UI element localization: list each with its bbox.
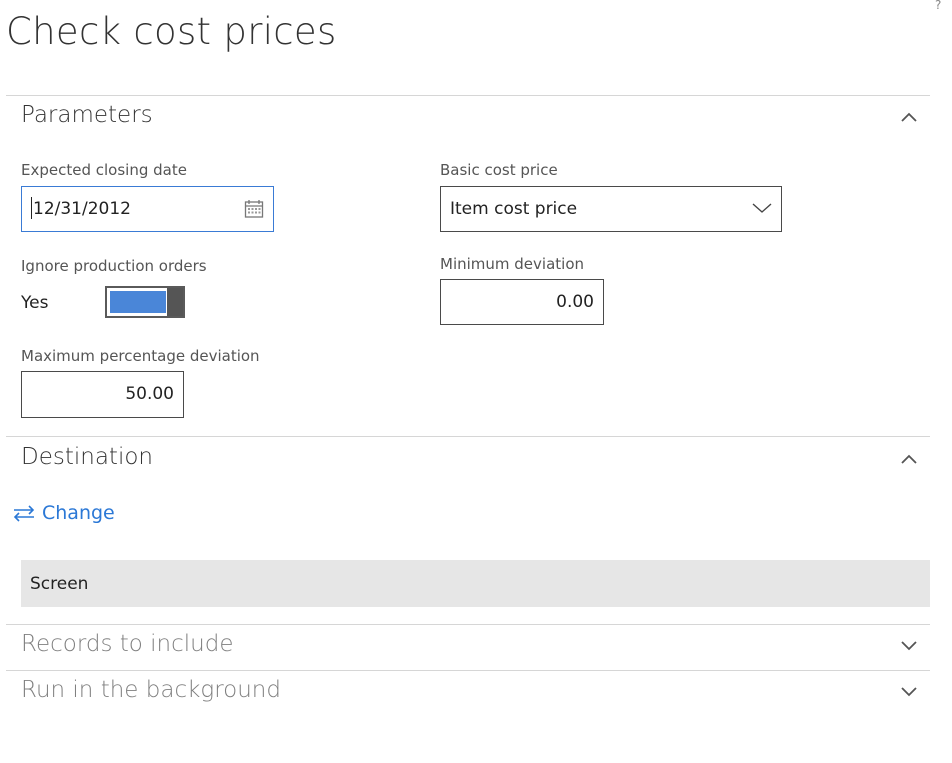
basic-cost-price-value: Item cost price <box>450 199 578 219</box>
section-header-records-to-include[interactable]: Records to include <box>21 631 234 657</box>
toggle-fill <box>110 291 166 313</box>
change-destination-link[interactable]: Change <box>12 502 115 524</box>
ignore-production-orders-state: Yes <box>21 293 49 313</box>
section-header-parameters[interactable]: Parameters <box>21 102 153 128</box>
minimum-deviation-value: 0.00 <box>556 292 594 312</box>
text-caret <box>31 197 32 219</box>
maximum-percentage-deviation-value: 50.00 <box>125 384 174 404</box>
expected-closing-date-value: 12/31/2012 <box>33 199 131 219</box>
destination-target-value: Screen <box>30 574 89 594</box>
check-cost-prices-dialog: ? Check cost prices Parameters Expected … <box>0 0 952 763</box>
toggle-thumb <box>167 288 183 316</box>
expected-closing-date-field[interactable]: 12/31/2012 <box>21 186 274 232</box>
swap-arrows-icon <box>13 505 35 522</box>
section-divider <box>6 624 930 625</box>
section-divider <box>6 95 930 96</box>
ignore-production-orders-label: Ignore production orders <box>21 257 207 275</box>
ignore-production-orders-toggle[interactable] <box>105 286 185 318</box>
expected-closing-date-label: Expected closing date <box>21 161 187 179</box>
help-glyph[interactable]: ? <box>935 0 941 12</box>
chevron-up-icon[interactable] <box>899 110 919 124</box>
destination-target-row[interactable]: Screen <box>21 560 930 607</box>
minimum-deviation-label: Minimum deviation <box>440 255 585 273</box>
section-header-run-in-background[interactable]: Run in the background <box>21 677 281 703</box>
section-divider <box>6 670 930 671</box>
chevron-up-icon[interactable] <box>899 452 919 466</box>
basic-cost-price-label: Basic cost price <box>440 161 558 179</box>
section-header-destination[interactable]: Destination <box>21 444 153 470</box>
section-divider <box>6 436 930 437</box>
chevron-down-icon[interactable] <box>899 638 919 652</box>
basic-cost-price-select[interactable]: Item cost price <box>440 186 782 232</box>
chevron-down-icon[interactable] <box>751 201 773 215</box>
calendar-icon[interactable] <box>244 199 264 219</box>
maximum-percentage-deviation-label: Maximum percentage deviation <box>21 347 260 365</box>
maximum-percentage-deviation-field[interactable]: 50.00 <box>21 371 184 418</box>
minimum-deviation-field[interactable]: 0.00 <box>440 279 604 325</box>
chevron-down-icon[interactable] <box>899 684 919 698</box>
page-title: Check cost prices <box>6 10 337 53</box>
change-label: Change <box>42 502 115 524</box>
